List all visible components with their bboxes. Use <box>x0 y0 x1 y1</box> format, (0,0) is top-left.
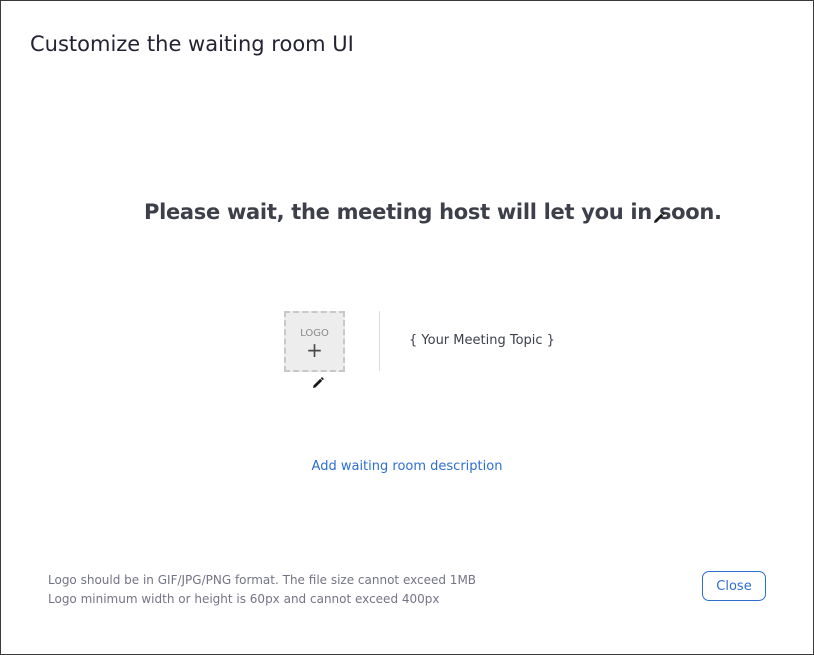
logo-size-hint: Logo minimum width or height is 60px and… <box>48 592 440 606</box>
edit-logo-button[interactable] <box>310 375 326 391</box>
add-waiting-room-description-link[interactable]: Add waiting room description <box>1 459 813 474</box>
logo-format-hint: Logo should be in GIF/JPG/PNG format. Th… <box>48 573 477 587</box>
meeting-topic: { Your Meeting Topic } <box>409 333 555 348</box>
close-button[interactable]: Close <box>702 571 766 601</box>
logo-upload-box[interactable]: LOGO + <box>284 311 345 372</box>
edit-heading-button[interactable] <box>651 210 667 226</box>
waiting-room-heading-row: Please wait, the meeting host will let y… <box>1 200 813 232</box>
waiting-room-heading: Please wait, the meeting host will let y… <box>144 200 722 224</box>
pencil-icon <box>313 377 324 388</box>
plus-icon: + <box>306 338 323 362</box>
logo-topic-divider <box>379 311 380 371</box>
pencil-icon <box>654 212 665 223</box>
customize-waiting-room-dialog: Customize the waiting room UI Please wai… <box>0 0 814 655</box>
dialog-title: Customize the waiting room UI <box>30 32 354 56</box>
